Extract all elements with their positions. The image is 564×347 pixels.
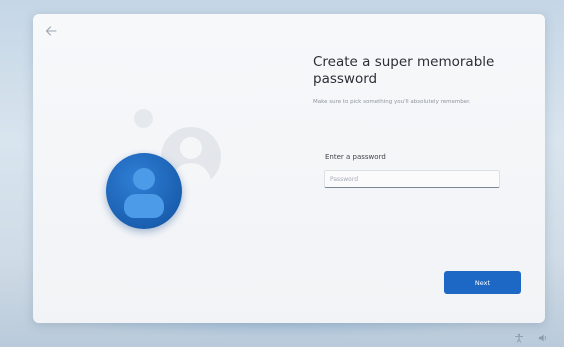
ghost-user-head	[180, 137, 202, 159]
next-button[interactable]: Next	[444, 271, 521, 294]
decorative-dot	[134, 109, 153, 128]
accessibility-icon[interactable]	[514, 333, 524, 343]
volume-icon[interactable]	[538, 333, 548, 343]
page-subtitle: Make sure to pick something you'll absol…	[313, 99, 471, 105]
user-avatar-body	[124, 194, 164, 218]
user-avatar-head	[133, 168, 155, 190]
password-input[interactable]	[324, 170, 500, 188]
page-title: Create a super memorable password	[313, 54, 495, 87]
back-arrow-icon[interactable]	[44, 24, 58, 38]
password-field-label: Enter a password	[325, 153, 386, 161]
setup-dialog-card: Create a super memorable password Make s…	[33, 14, 545, 323]
user-avatar-icon	[106, 153, 182, 229]
